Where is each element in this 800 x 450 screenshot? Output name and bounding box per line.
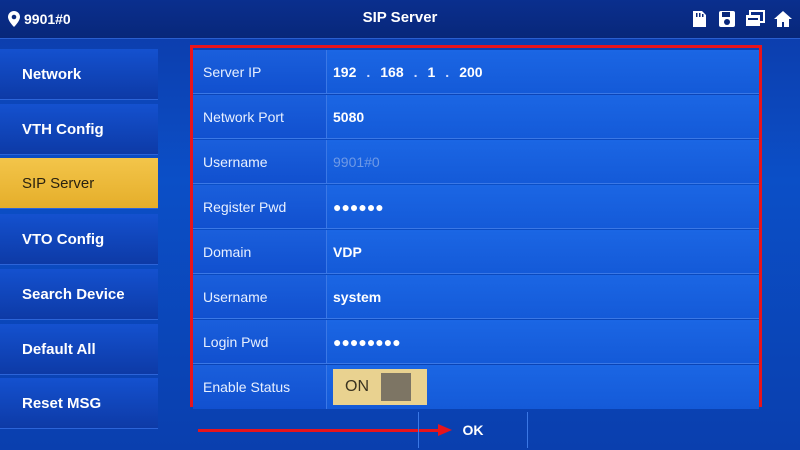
- sidebar-item-vth-config[interactable]: VTH Config: [0, 104, 158, 155]
- domain-label: Domain: [193, 230, 327, 273]
- network-port-row: Network Port 5080: [193, 95, 759, 139]
- username-label: Username: [193, 140, 327, 183]
- server-ip-field[interactable]: 192 . 168 . 1 . 200: [327, 50, 759, 93]
- ip-octet-4[interactable]: 200: [459, 64, 482, 80]
- enable-status-toggle[interactable]: ON: [333, 369, 427, 405]
- sidebar-item-label: Search Device: [22, 285, 125, 303]
- screen: 9901#0 SIP Server Network VTH Config SIP…: [0, 0, 800, 450]
- annotation-arrow-line: [198, 429, 440, 432]
- toggle-knob: [381, 373, 411, 401]
- sidebar-item-label: Network: [22, 65, 82, 83]
- sidebar-item-vto-config[interactable]: VTO Config: [0, 214, 158, 265]
- sidebar-item-label: VTO Config: [22, 230, 105, 248]
- copy-icon[interactable]: [744, 9, 766, 29]
- server-ip-label: Server IP: [193, 50, 327, 93]
- server-ip-row: Server IP 192 . 168 . 1 . 200: [193, 50, 759, 94]
- sidebar-item-search-device[interactable]: Search Device: [0, 269, 158, 320]
- ip-dot: .: [413, 63, 418, 80]
- network-port-label: Network Port: [193, 95, 327, 138]
- save-icon[interactable]: [716, 9, 738, 29]
- login-username-row: Username system: [193, 275, 759, 319]
- login-username-field[interactable]: system: [327, 275, 759, 318]
- register-pwd-label: Register Pwd: [193, 185, 327, 228]
- domain-field[interactable]: VDP: [327, 230, 759, 273]
- ip-octet-2[interactable]: 168: [380, 64, 403, 80]
- enable-status-label: Enable Status: [193, 365, 327, 409]
- enable-status-row: Enable Status ON: [193, 365, 759, 409]
- ip-dot: .: [445, 63, 450, 80]
- sidebar-item-default-all[interactable]: Default All: [0, 324, 158, 375]
- domain-row: Domain VDP: [193, 230, 759, 274]
- sip-settings-panel: Server IP 192 . 168 . 1 . 200 Network Po…: [190, 45, 762, 409]
- sidebar: Network VTH Config SIP Server VTO Config…: [0, 44, 160, 434]
- register-pwd-field[interactable]: ●●●●●●: [327, 185, 759, 228]
- top-bar: 9901#0 SIP Server: [0, 0, 800, 39]
- register-pwd-row: Register Pwd ●●●●●●: [193, 185, 759, 229]
- page-title: SIP Server: [362, 9, 438, 26]
- login-pwd-label: Login Pwd: [193, 320, 327, 363]
- sidebar-item-network[interactable]: Network: [0, 49, 158, 100]
- top-icons: [688, 9, 794, 29]
- login-username-label: Username: [193, 275, 327, 318]
- login-pwd-row: Login Pwd ●●●●●●●●: [193, 320, 759, 364]
- username-field[interactable]: 9901#0: [327, 140, 759, 183]
- username-row: Username 9901#0: [193, 140, 759, 184]
- ok-button[interactable]: OK: [418, 412, 528, 448]
- sidebar-item-label: Default All: [22, 340, 96, 358]
- ip-octet-3[interactable]: 1: [428, 64, 436, 80]
- sidebar-item-label: VTH Config: [22, 120, 104, 138]
- login-pwd-field[interactable]: ●●●●●●●●: [327, 320, 759, 363]
- ip-dot: .: [366, 63, 371, 80]
- sd-card-icon[interactable]: [688, 9, 710, 29]
- sidebar-item-label: Reset MSG: [22, 394, 102, 412]
- ip-octet-1[interactable]: 192: [333, 64, 356, 80]
- home-icon[interactable]: [772, 9, 794, 29]
- enable-status-cell: ON: [327, 365, 759, 409]
- toggle-state-label: ON: [345, 378, 369, 395]
- network-port-field[interactable]: 5080: [327, 95, 759, 138]
- sidebar-item-sip-server[interactable]: SIP Server: [0, 158, 158, 209]
- sidebar-item-label: SIP Server: [22, 174, 95, 192]
